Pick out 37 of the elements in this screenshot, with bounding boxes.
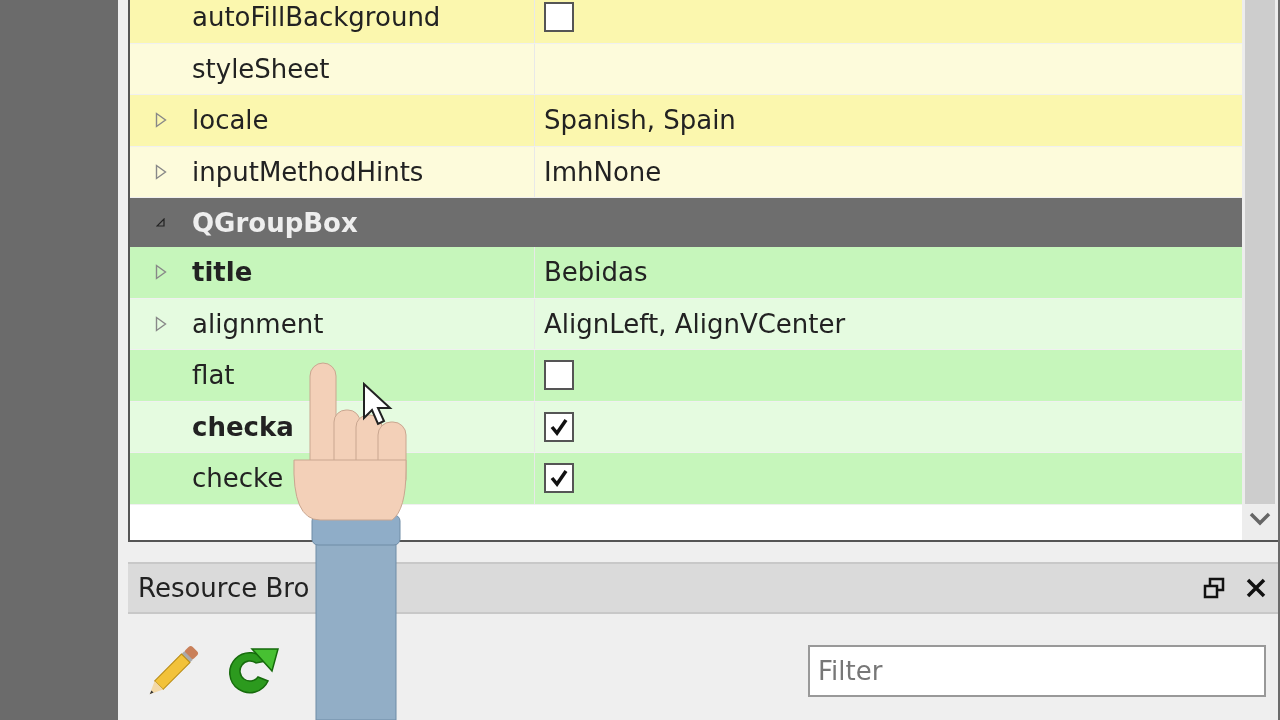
- property-name: autoFillBackground: [192, 2, 441, 33]
- property-value[interactable]: Spanish, Spain: [544, 105, 736, 136]
- expand-icon[interactable]: [155, 315, 167, 332]
- property-name: checke: [192, 463, 284, 494]
- property-row[interactable]: alignment AlignLeft, AlignVCenter: [130, 298, 1242, 350]
- scrollbar[interactable]: [1242, 0, 1278, 540]
- property-name: styleSheet: [192, 53, 330, 84]
- checkbox[interactable]: [544, 463, 574, 494]
- expand-icon[interactable]: [155, 264, 167, 281]
- property-name: inputMethodHints: [192, 156, 424, 187]
- expand-icon[interactable]: [155, 112, 167, 129]
- panel-title: Resource Bro: [138, 573, 310, 603]
- filter-field[interactable]: Filter: [808, 645, 1266, 697]
- collapse-icon: [156, 217, 166, 228]
- expand-icon[interactable]: [155, 163, 167, 180]
- property-name: checka: [192, 411, 294, 442]
- property-row[interactable]: locale Spanish, Spain: [130, 95, 1242, 147]
- checkbox[interactable]: [544, 411, 574, 442]
- property-row[interactable]: flat: [130, 350, 1242, 402]
- group-header[interactable]: QGroupBox: [130, 198, 1242, 247]
- property-name: alignment: [192, 308, 324, 339]
- float-icon[interactable]: [1202, 576, 1226, 600]
- property-name: title: [192, 257, 253, 288]
- checkbox[interactable]: [544, 2, 574, 33]
- property-value[interactable]: AlignLeft, AlignVCenter: [544, 308, 846, 339]
- property-row[interactable]: checke: [130, 453, 1242, 505]
- checkbox[interactable]: [544, 360, 574, 391]
- property-row[interactable]: title Bebidas: [130, 247, 1242, 299]
- close-icon[interactable]: [1244, 576, 1268, 600]
- property-name: locale: [192, 105, 269, 136]
- property-value[interactable]: ImhNone: [544, 156, 662, 187]
- property-row[interactable]: autoFillBackground: [130, 0, 1242, 44]
- scroll-down-icon[interactable]: [1249, 512, 1271, 526]
- property-name: flat: [192, 360, 235, 391]
- property-row[interactable]: inputMethodHints ImhNone: [130, 146, 1242, 198]
- property-value[interactable]: Bebidas: [544, 257, 648, 288]
- property-row[interactable]: styleSheet: [130, 43, 1242, 95]
